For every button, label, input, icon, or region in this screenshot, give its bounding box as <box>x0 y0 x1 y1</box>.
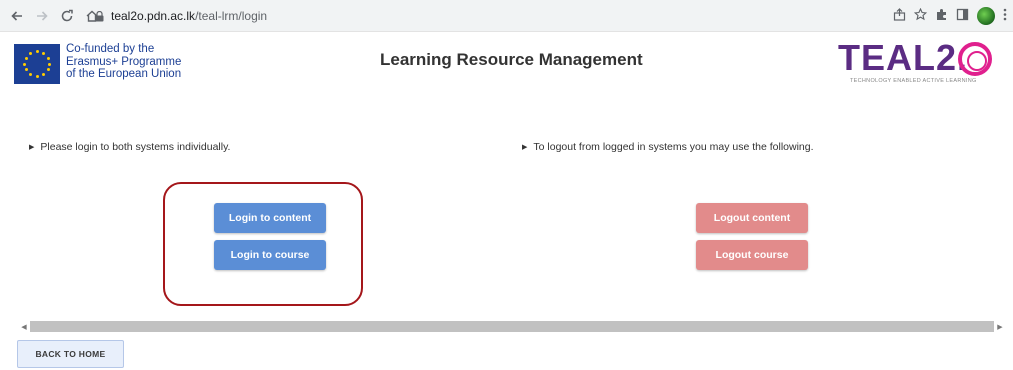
logout-instruction: ▶ To logout from logged in systems you m… <box>522 141 814 153</box>
url-path: /teal-lrm/login <box>195 9 268 23</box>
eu-flag-logo <box>14 44 60 84</box>
arrow-right-icon[interactable] <box>31 5 53 27</box>
logout-instruction-text: To logout from logged in systems you may… <box>533 141 814 153</box>
puzzle-icon[interactable] <box>935 8 948 24</box>
logo-ring-icon <box>958 42 992 76</box>
eu-text-line: Erasmus+ Programme <box>66 55 182 68</box>
url-host: teal2o.pdn.ac.lk <box>111 9 196 23</box>
back-to-home-button[interactable]: BACK TO HOME <box>17 340 124 368</box>
browser-actions <box>893 5 1007 27</box>
lock-icon[interactable] <box>92 10 106 22</box>
share-icon[interactable] <box>893 8 906 24</box>
arrow-left-icon[interactable] <box>6 5 28 27</box>
browser-toolbar: teal2o.pdn.ac.lk /teal-lrm/login <box>0 0 1013 32</box>
triangle-right-icon: ▶ <box>29 144 35 151</box>
page-title: Learning Resource Management <box>380 50 643 69</box>
eu-text-line: of the European Union <box>66 68 182 80</box>
profile-avatar[interactable] <box>977 7 995 25</box>
logo-word: TEAL2. <box>838 37 969 78</box>
kebab-menu-icon[interactable] <box>1003 8 1007 24</box>
eu-stars-icon <box>22 49 52 79</box>
star-icon[interactable] <box>913 7 928 24</box>
login-content-button[interactable]: Login to content <box>214 203 326 233</box>
eu-text-line: Co-funded by the <box>66 43 155 55</box>
address-bar[interactable]: teal2o.pdn.ac.lk /teal-lrm/login <box>92 5 872 27</box>
login-instruction: ▶ Please login to both systems individua… <box>29 141 230 153</box>
scroll-track[interactable] <box>30 321 994 332</box>
logo-tagline: TECHNOLOGY ENABLED ACTIVE LEARNING <box>850 78 977 84</box>
reload-icon[interactable] <box>56 5 78 27</box>
logout-content-button[interactable]: Logout content <box>696 203 808 233</box>
login-instruction-text: Please login to both systems individuall… <box>40 141 231 153</box>
login-course-button[interactable]: Login to course <box>214 240 326 270</box>
scroll-right-icon[interactable]: ▶ <box>994 320 1006 333</box>
horizontal-scrollbar[interactable]: ◀ ▶ <box>18 320 1006 333</box>
teal2-logo: TEAL2. TECHNOLOGY ENABLED ACTIVE LEARNIN… <box>838 40 998 86</box>
eu-cofunded-text: Co-funded by the Erasmus+ Programme of t… <box>66 43 226 81</box>
scroll-thumb[interactable] <box>30 321 994 332</box>
logout-course-button[interactable]: Logout course <box>696 240 808 270</box>
scroll-left-icon[interactable]: ◀ <box>18 320 30 333</box>
triangle-right-icon: ▶ <box>522 144 528 151</box>
sidepanel-icon[interactable] <box>956 8 969 24</box>
